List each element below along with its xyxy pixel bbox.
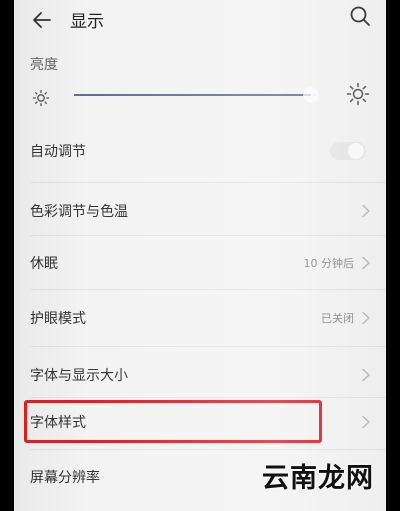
row-value: 10 分钟后 bbox=[303, 256, 355, 270]
chevron-right-icon bbox=[362, 311, 370, 324]
search-icon[interactable] bbox=[348, 4, 372, 28]
watermark: 云南龙网 bbox=[262, 463, 374, 494]
row-label: 字体与显示大小 bbox=[30, 367, 128, 384]
settings-row-auto-adjust[interactable]: 自动调节 bbox=[14, 124, 386, 177]
row-label: 屏幕分辨率 bbox=[30, 469, 100, 486]
chevron-right-icon bbox=[362, 368, 370, 381]
settings-row-font-style[interactable]: 字体样式 bbox=[14, 397, 386, 447]
brightness-slider-thumb[interactable] bbox=[303, 87, 320, 103]
settings-row-eye-comfort[interactable]: 护眼模式 已关闭 bbox=[14, 291, 386, 344]
sun-small-icon bbox=[32, 89, 50, 107]
header: 显示 bbox=[14, 0, 386, 40]
settings-row-color-temperature[interactable]: 色彩调节与色温 bbox=[14, 184, 386, 237]
divider bbox=[30, 289, 386, 290]
auto-adjust-toggle[interactable] bbox=[330, 141, 366, 160]
row-label: 护眼模式 bbox=[30, 310, 86, 327]
row-label: 自动调节 bbox=[30, 143, 86, 160]
toggle-knob bbox=[348, 142, 364, 159]
sun-large-icon bbox=[346, 82, 370, 106]
row-label: 休眠 bbox=[30, 255, 58, 272]
settings-row-sleep[interactable]: 休眠 10 分钟后 bbox=[14, 236, 386, 289]
row-label: 色彩调节与色温 bbox=[30, 203, 128, 220]
settings-screen: 显示 亮度 自动调节 色彩调节与色温 休眠 10 分钟后 护眼模式 已关闭 字体… bbox=[14, 0, 386, 511]
brightness-slider[interactable] bbox=[74, 87, 320, 103]
divider bbox=[30, 182, 386, 183]
brightness-label: 亮度 bbox=[30, 57, 58, 73]
arrow-left-icon[interactable] bbox=[30, 8, 54, 32]
chevron-right-icon bbox=[362, 415, 370, 429]
row-label: 字体样式 bbox=[30, 415, 86, 431]
brightness-slider-fill bbox=[74, 94, 312, 96]
settings-row-font-display-size[interactable]: 字体与显示大小 bbox=[14, 348, 386, 401]
divider bbox=[30, 346, 386, 347]
chevron-right-icon bbox=[362, 204, 370, 217]
chevron-right-icon bbox=[362, 256, 370, 269]
page-title: 显示 bbox=[70, 12, 104, 32]
row-value: 已关闭 bbox=[321, 311, 354, 325]
